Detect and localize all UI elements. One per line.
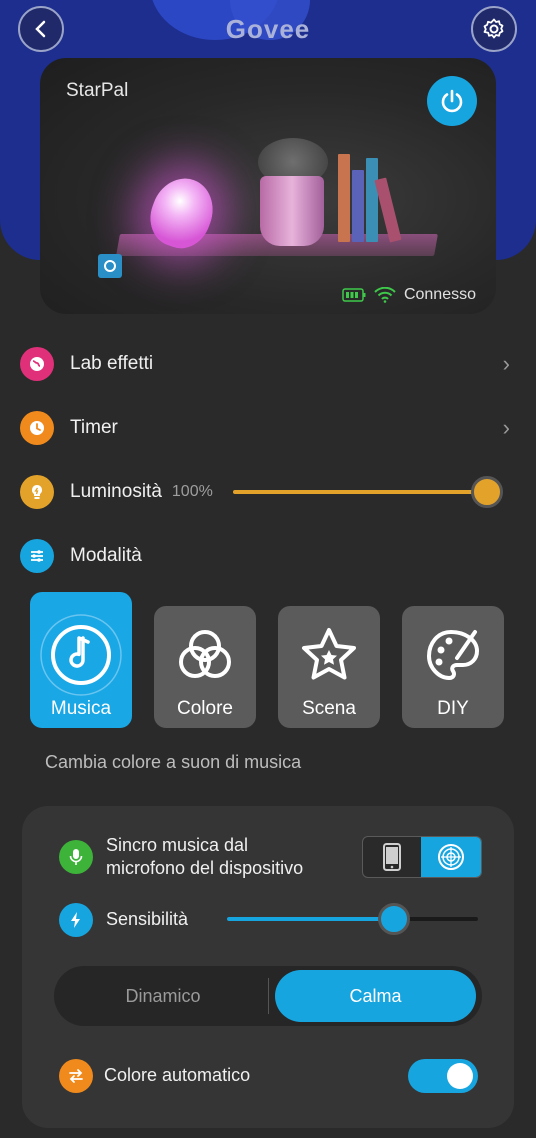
lightning-icon — [59, 903, 93, 937]
battery-icon — [342, 288, 366, 302]
segment-calm[interactable]: Calma — [275, 970, 476, 1022]
status-text: Connesso — [403, 286, 476, 303]
chevron-right-icon: › — [502, 415, 510, 440]
globe-icon — [20, 347, 54, 381]
device-mic-source-option[interactable] — [421, 837, 481, 877]
palette-icon — [402, 624, 504, 688]
mode-music-label: Musica — [50, 698, 112, 719]
audio-source-toggle[interactable] — [362, 836, 482, 878]
mode-color-button[interactable]: Colore — [154, 606, 256, 728]
chevron-right-icon: › — [502, 351, 510, 376]
brightness-value: 100% — [171, 483, 213, 500]
timer-label: Timer — [70, 417, 118, 438]
mic-sync-label-line2: microfono del dispositivo — [106, 858, 304, 878]
sensitivity-style-segmented: Dinamico Calma — [54, 966, 482, 1026]
toggle-knob — [447, 1063, 473, 1089]
sensitivity-label: Sensibilità — [106, 909, 189, 929]
speaker-icon — [438, 844, 464, 870]
app-logo: Govee — [225, 14, 311, 44]
power-icon — [441, 89, 463, 113]
sensitivity-slider-fill — [227, 917, 395, 921]
auto-color-toggle[interactable] — [408, 1059, 478, 1093]
mode-description: Cambia colore a suon di musica — [45, 752, 302, 772]
bulb-icon — [20, 475, 54, 509]
wifi-icon — [374, 287, 396, 303]
device-card[interactable]: StarPal Connesso — [40, 58, 496, 314]
music-note-icon — [30, 610, 132, 700]
microphone-icon — [59, 840, 93, 874]
segment-dynamic[interactable]: Dinamico — [58, 970, 268, 1022]
brightness-slider-knob[interactable] — [471, 476, 503, 508]
brightness-label: Luminosità — [70, 481, 162, 502]
brightness-slider-fill — [233, 490, 487, 494]
phone-icon — [383, 843, 401, 871]
sensitivity-slider-knob[interactable] — [378, 903, 411, 935]
mic-sync-label: Sincro musica dal microfono del disposit… — [106, 834, 303, 880]
mode-diy-button[interactable]: DIY — [402, 606, 504, 728]
power-button[interactable] — [427, 76, 477, 126]
sensitivity-slider[interactable] — [227, 903, 478, 935]
alexa-icon — [98, 254, 122, 278]
lab-effects-row[interactable]: Lab effetti › — [20, 346, 516, 382]
settings-button[interactable] — [471, 6, 517, 52]
mode-diy-label: DIY — [437, 698, 469, 719]
star-icon — [278, 624, 380, 688]
device-name: StarPal — [66, 80, 129, 101]
book-image — [338, 154, 350, 242]
mode-scene-label: Scena — [302, 698, 356, 719]
mode-scene-button[interactable]: Scena — [278, 606, 380, 728]
gear-icon — [483, 18, 504, 39]
timer-row[interactable]: Timer › — [20, 410, 516, 446]
vase-image — [260, 176, 324, 246]
connection-status: Connesso — [342, 286, 476, 304]
phone-source-option[interactable] — [363, 837, 421, 877]
book-image — [366, 158, 378, 242]
book-image — [374, 177, 402, 243]
sliders-icon — [20, 539, 54, 573]
mode-color-label: Colore — [177, 698, 233, 719]
swap-arrows-icon — [59, 1059, 93, 1093]
mode-row: Modalità — [20, 538, 516, 574]
segment-divider — [268, 978, 269, 1014]
mic-sync-label-line1: Sincro musica dal — [106, 835, 249, 855]
lab-effects-label: Lab effetti — [70, 353, 154, 374]
color-circles-icon — [154, 624, 256, 688]
clock-icon — [20, 411, 54, 445]
book-image — [352, 170, 364, 242]
brightness-slider[interactable] — [233, 476, 503, 508]
mode-music-button[interactable]: Musica — [30, 592, 132, 728]
auto-color-label: Colore automatico — [104, 1065, 251, 1085]
mode-label: Modalità — [70, 545, 142, 566]
